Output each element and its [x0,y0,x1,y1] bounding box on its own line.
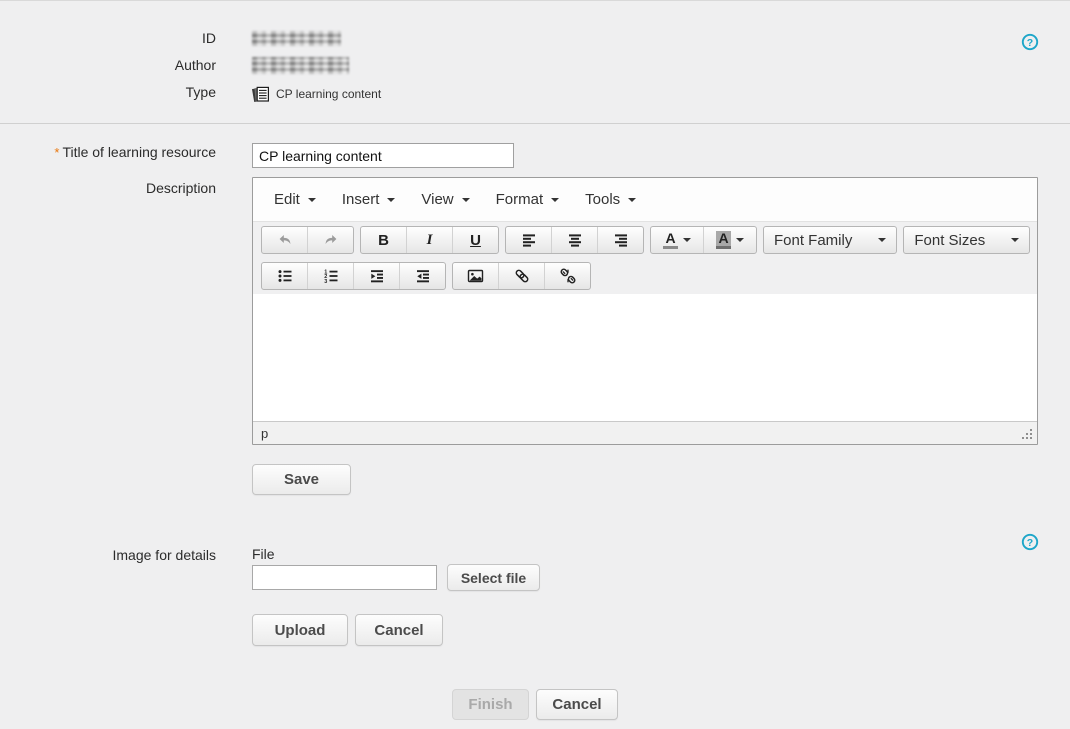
element-path[interactable]: p [261,426,268,441]
editor-content-area[interactable] [253,294,1037,421]
menu-insert-label: Insert [342,191,380,208]
author-label: Author [0,57,216,73]
chevron-down-icon [736,238,744,242]
indent-icon [369,268,385,284]
file-path-input[interactable] [252,565,437,590]
select-file-button[interactable]: Select file [447,564,540,591]
align-center-icon [567,232,583,248]
chevron-down-icon [878,238,886,242]
image-for-details-label: Image for details [0,547,216,563]
title-label: *Title of learning resource [0,144,216,160]
unlink-button[interactable] [544,263,590,289]
menu-insert[interactable]: Insert [329,182,409,217]
image-icon [467,268,484,284]
chevron-down-icon [1011,238,1019,242]
metadata-section: ID Author Type CP learning content [0,1,1070,124]
font-family-label: Font Family [774,232,852,249]
outdent-icon [415,268,431,284]
bullet-list-icon [277,268,293,284]
unlink-icon [560,268,576,284]
numbered-list-button[interactable]: 123 [307,263,353,289]
editor-menubar: Edit Insert View Format Tools [253,178,1037,222]
text-color-button[interactable]: A [651,227,703,253]
chevron-down-icon [628,198,636,202]
chevron-down-icon [308,198,316,202]
background-color-icon: A [716,231,730,249]
type-value-label: CP learning content [276,87,381,101]
type-label: Type [0,84,216,100]
learning-content-type-icon [252,85,270,103]
menu-view-label: View [421,191,453,208]
rich-text-editor: Edit Insert View Format Tools B I U [252,177,1038,445]
font-family-select[interactable]: Font Family [763,226,897,254]
menu-tools[interactable]: Tools [572,182,649,217]
font-sizes-label: Font Sizes [914,232,985,249]
chevron-down-icon [551,198,559,202]
menu-edit-label: Edit [274,191,300,208]
description-label: Description [0,180,216,196]
redo-button[interactable] [307,227,353,253]
menu-edit[interactable]: Edit [261,182,329,217]
title-label-text: Title of learning resource [62,144,216,160]
align-left-icon [521,232,537,248]
chevron-down-icon [462,198,470,202]
finish-button: Finish [452,689,529,720]
bold-label: B [378,233,389,248]
menu-format[interactable]: Format [483,182,573,217]
editor-statusbar: p [253,421,1037,444]
numbered-list-icon: 123 [323,268,339,284]
undo-icon [277,232,293,248]
align-right-icon [613,232,629,248]
editor-toolbar-row2: 123 [253,258,1037,294]
background-color-button[interactable]: A [703,227,756,253]
resize-grip-icon[interactable] [1020,427,1033,440]
align-center-button[interactable] [551,227,597,253]
bold-button[interactable]: B [361,227,406,253]
svg-text:?: ? [1027,537,1033,549]
redo-icon [323,232,339,248]
cancel-button[interactable]: Cancel [536,689,618,720]
bullet-list-button[interactable] [262,263,307,289]
type-value: CP learning content [252,85,381,103]
underline-button[interactable]: U [452,227,498,253]
insert-link-button[interactable] [498,263,544,289]
underline-label: U [470,233,481,248]
chevron-down-icon [683,238,691,242]
help-icon[interactable]: ? [1021,33,1039,51]
italic-label: I [427,233,433,248]
title-input[interactable] [252,143,514,168]
upload-button[interactable]: Upload [252,614,348,646]
font-sizes-select[interactable]: Font Sizes [903,226,1030,254]
author-value-redacted [252,57,349,74]
help-icon[interactable]: ? [1021,533,1039,551]
id-value-redacted [252,31,341,46]
cancel-upload-button[interactable]: Cancel [355,614,443,646]
svg-text:?: ? [1027,37,1033,49]
chevron-down-icon [387,198,395,202]
id-label: ID [0,30,216,46]
align-left-button[interactable] [506,227,551,253]
indent-button[interactable] [353,263,399,289]
undo-button[interactable] [262,227,307,253]
outdent-button[interactable] [399,263,445,289]
italic-button[interactable]: I [406,227,452,253]
form-footer: Finish Cancel [0,689,1070,720]
text-color-icon: A [663,231,677,249]
align-right-button[interactable] [597,227,643,253]
link-icon [514,268,530,284]
required-marker: * [54,145,59,160]
menu-tools-label: Tools [585,191,620,208]
editor-toolbar-row1: B I U A A Font Family [253,222,1037,258]
svg-text:3: 3 [324,279,327,284]
file-label: File [252,546,275,562]
menu-view[interactable]: View [408,182,482,217]
save-button[interactable]: Save [252,464,351,495]
menu-format-label: Format [496,191,544,208]
insert-image-button[interactable] [453,263,498,289]
